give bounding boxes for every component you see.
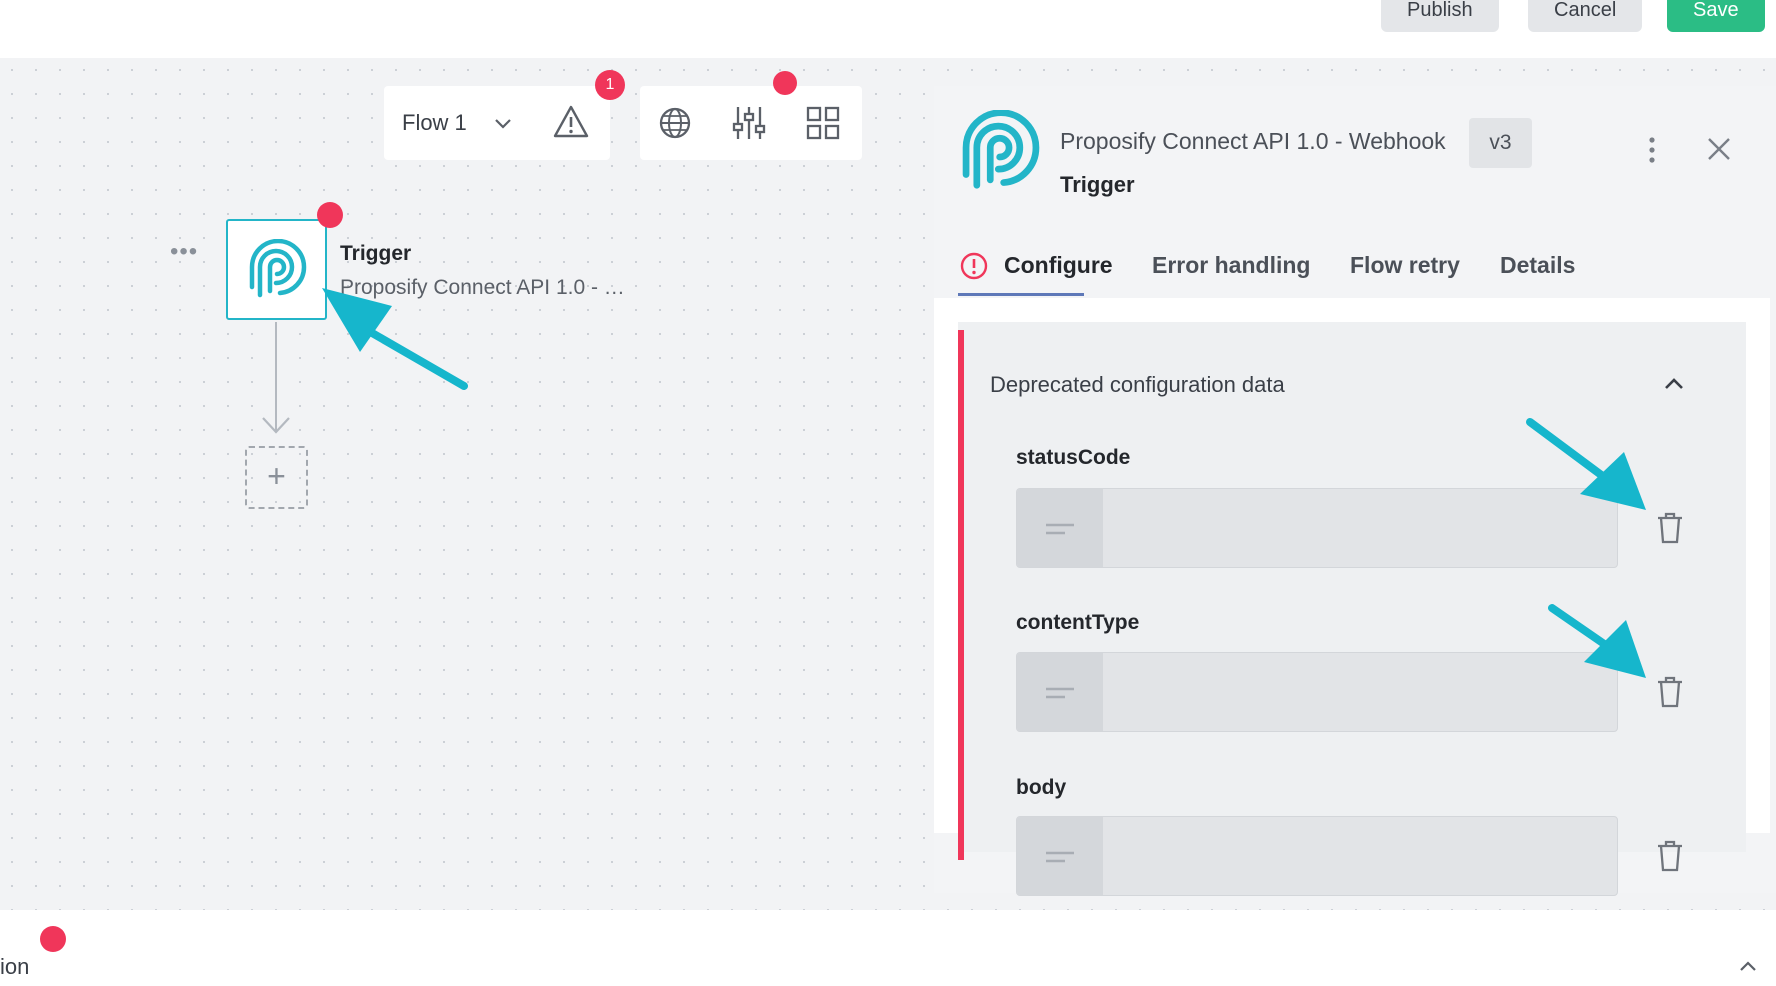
warning-icon[interactable] bbox=[552, 104, 590, 145]
active-tab-indicator bbox=[958, 293, 1084, 296]
add-step-button[interactable]: + bbox=[245, 446, 308, 509]
cancel-button[interactable]: Cancel bbox=[1528, 0, 1643, 32]
top-bar: Publish Cancel Save bbox=[0, 0, 1776, 58]
save-button[interactable]: Save bbox=[1667, 0, 1765, 32]
proposify-logo-icon bbox=[958, 109, 1044, 201]
bottom-notification-dot bbox=[40, 926, 66, 952]
node-title: Trigger bbox=[340, 242, 412, 265]
tab-flow-retry[interactable]: Flow retry bbox=[1350, 252, 1460, 279]
tools-notification-dot bbox=[773, 71, 797, 95]
flow-name[interactable]: Flow 1 bbox=[402, 110, 467, 136]
field-label-statuscode: statusCode bbox=[1016, 446, 1131, 469]
field-type-prefix bbox=[1017, 489, 1103, 567]
panel-app-title: Proposify Connect API 1.0 - Webhook bbox=[1060, 128, 1446, 154]
canvas-tools-group bbox=[640, 86, 862, 160]
bottom-panel-label[interactable]: ion bbox=[0, 954, 29, 980]
field-type-prefix bbox=[1017, 817, 1103, 895]
node-subtitle: Proposify Connect API 1.0 - … bbox=[340, 276, 625, 299]
arrow-down-icon bbox=[261, 414, 291, 441]
tab-configure[interactable]: Configure bbox=[1004, 252, 1113, 279]
proposify-logo-icon bbox=[248, 238, 308, 308]
version-badge: v3 bbox=[1469, 118, 1532, 168]
publish-button[interactable]: Publish bbox=[1381, 0, 1499, 32]
globe-icon[interactable] bbox=[658, 106, 692, 145]
panel-step-type: Trigger bbox=[1060, 172, 1135, 197]
body-input[interactable] bbox=[1016, 816, 1618, 896]
field-type-prefix bbox=[1017, 653, 1103, 731]
contenttype-input[interactable] bbox=[1016, 652, 1618, 732]
error-circle-icon bbox=[960, 252, 988, 285]
trash-icon[interactable] bbox=[1656, 840, 1684, 877]
tab-details[interactable]: Details bbox=[1500, 252, 1575, 279]
grid-icon[interactable] bbox=[806, 106, 840, 145]
field-label-contenttype: contentType bbox=[1016, 611, 1140, 634]
step-config-panel: Proposify Connect API 1.0 - Webhook v3 T… bbox=[934, 86, 1776, 896]
chevron-up-icon[interactable] bbox=[1738, 958, 1758, 979]
trash-icon[interactable] bbox=[1656, 512, 1684, 549]
trigger-node[interactable] bbox=[226, 219, 327, 320]
chevron-up-icon[interactable] bbox=[1662, 374, 1686, 399]
trash-icon[interactable] bbox=[1656, 676, 1684, 713]
chevron-down-icon[interactable] bbox=[492, 112, 514, 139]
flow-canvas[interactable]: Flow 1 1 ••• Trigger Proposify Connect A… bbox=[0, 58, 1776, 910]
field-label-body: body bbox=[1016, 776, 1067, 799]
close-icon[interactable] bbox=[1706, 136, 1732, 167]
sliders-icon[interactable] bbox=[732, 104, 766, 147]
more-vertical-icon[interactable] bbox=[1648, 136, 1656, 169]
statuscode-input[interactable] bbox=[1016, 488, 1618, 568]
tab-error-handling[interactable]: Error handling bbox=[1152, 252, 1310, 279]
node-more-menu[interactable]: ••• bbox=[170, 238, 198, 266]
panel-body: Deprecated configuration data statusCode… bbox=[934, 298, 1770, 896]
flow-selector-group: Flow 1 bbox=[384, 86, 610, 160]
deprecated-config-section: Deprecated configuration data statusCode… bbox=[958, 322, 1746, 896]
node-error-dot bbox=[317, 202, 343, 228]
bottom-panel: ion bbox=[0, 918, 1776, 986]
section-title: Deprecated configuration data bbox=[990, 372, 1285, 397]
warning-count-badge: 1 bbox=[595, 70, 625, 100]
section-error-bar bbox=[958, 330, 964, 860]
plus-icon: + bbox=[267, 458, 286, 494]
